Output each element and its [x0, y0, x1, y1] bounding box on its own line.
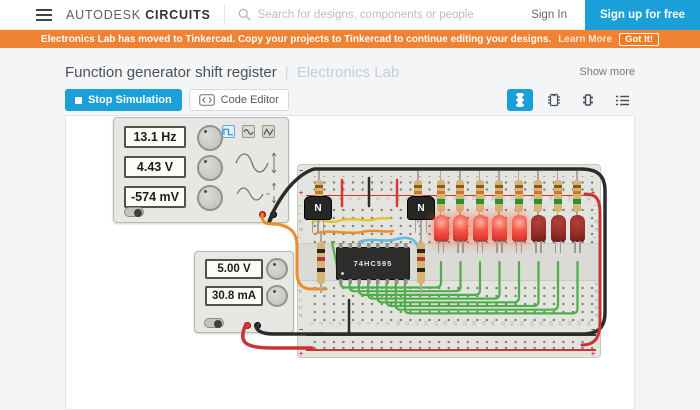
sign-in-link[interactable]: Sign In — [531, 9, 567, 21]
learn-more-link[interactable]: Learn More — [558, 34, 612, 45]
chip-pins-top — [339, 243, 409, 248]
led-off[interactable] — [531, 215, 546, 242]
pcb-view-icon — [580, 93, 596, 107]
transistor-1-body: N — [304, 196, 332, 220]
led-on[interactable] — [453, 215, 468, 242]
header-divider — [224, 5, 225, 25]
chip-pin1-marker — [341, 272, 344, 275]
transistor-1-legs — [304, 220, 332, 233]
breadboard-view-button[interactable] — [507, 89, 533, 111]
resistor-chip-right[interactable] — [417, 242, 425, 284]
view-switcher — [507, 89, 635, 111]
transistor-2-legs — [407, 220, 435, 233]
code-icon — [199, 94, 215, 106]
stop-simulation-label: Stop Simulation — [88, 94, 172, 106]
wire-red-power-supply[interactable] — [243, 324, 312, 348]
stop-icon — [75, 97, 82, 104]
led-resistor[interactable] — [515, 180, 523, 212]
led-resistor[interactable] — [554, 180, 562, 212]
top-navigation-bar: AUTODESK CIRCUITS Sign In Sign up for fr… — [0, 0, 700, 30]
hamburger-menu-icon[interactable] — [36, 9, 52, 21]
sign-up-button[interactable]: Sign up for free — [585, 0, 700, 30]
led-resistor[interactable] — [495, 180, 503, 212]
led-on[interactable] — [473, 215, 488, 242]
resistor-chip-left[interactable] — [317, 242, 325, 284]
wire-black-power-supply[interactable] — [256, 325, 322, 334]
tinkercad-migration-banner: Electronics Lab has moved to Tinkercad. … — [0, 30, 700, 48]
search-icon — [238, 8, 251, 21]
got-it-button[interactable]: Got It! — [619, 33, 659, 46]
led-resistor[interactable] — [534, 180, 542, 212]
circuit-canvas[interactable]: 13.1 Hz 4.43 V -574 mV 5.00 V 30.8 mA — [65, 115, 635, 410]
led-resistor[interactable] — [476, 180, 484, 212]
shift-register-chip[interactable]: 74HC595 — [336, 247, 410, 280]
led-off[interactable] — [551, 215, 566, 242]
logo-secondary: CIRCUITS — [145, 8, 210, 22]
logo-primary: AUTODESK — [66, 8, 141, 22]
code-editor-label: Code Editor — [221, 94, 279, 106]
show-more-link[interactable]: Show more — [579, 66, 635, 78]
transistor-2[interactable]: N — [407, 196, 435, 220]
chip-pins-bottom — [339, 279, 409, 284]
led-resistor[interactable] — [437, 180, 445, 212]
component-list-button[interactable] — [609, 89, 635, 111]
wire-red-rail-link[interactable] — [582, 194, 600, 345]
led-resistor[interactable] — [573, 180, 581, 212]
led-resistor[interactable] — [456, 180, 464, 212]
app-root: AUTODESK CIRCUITS Sign In Sign up for fr… — [0, 0, 700, 410]
title-separator: | — [285, 64, 289, 81]
search-input[interactable] — [258, 9, 518, 21]
schematic-view-button[interactable] — [541, 89, 567, 111]
pcb-view-button[interactable] — [575, 89, 601, 111]
component-list-icon — [615, 94, 630, 107]
schematic-view-icon — [546, 93, 562, 107]
page-subtitle: Electronics Lab — [297, 64, 400, 81]
transistor-1[interactable]: N — [304, 196, 332, 220]
app-logo[interactable]: AUTODESK CIRCUITS — [66, 8, 211, 22]
banner-message: Electronics Lab has moved to Tinkercad. … — [41, 34, 551, 45]
page-title: Function generator shift register — [65, 64, 277, 81]
search-bar[interactable] — [238, 8, 532, 21]
code-editor-button[interactable]: Code Editor — [189, 89, 289, 111]
title-row: Function generator shift register | Elec… — [65, 60, 635, 84]
led-on[interactable] — [434, 215, 449, 242]
chip-label: 74HC595 — [354, 259, 393, 268]
transistor-2-body: N — [407, 196, 435, 220]
editor-toolbar: Stop Simulation Code Editor — [65, 88, 635, 112]
breadboard-view-icon — [513, 92, 527, 108]
led-off[interactable] — [570, 215, 585, 242]
stop-simulation-button[interactable]: Stop Simulation — [65, 89, 182, 111]
led-on[interactable] — [492, 215, 507, 242]
led-on[interactable] — [512, 215, 527, 242]
